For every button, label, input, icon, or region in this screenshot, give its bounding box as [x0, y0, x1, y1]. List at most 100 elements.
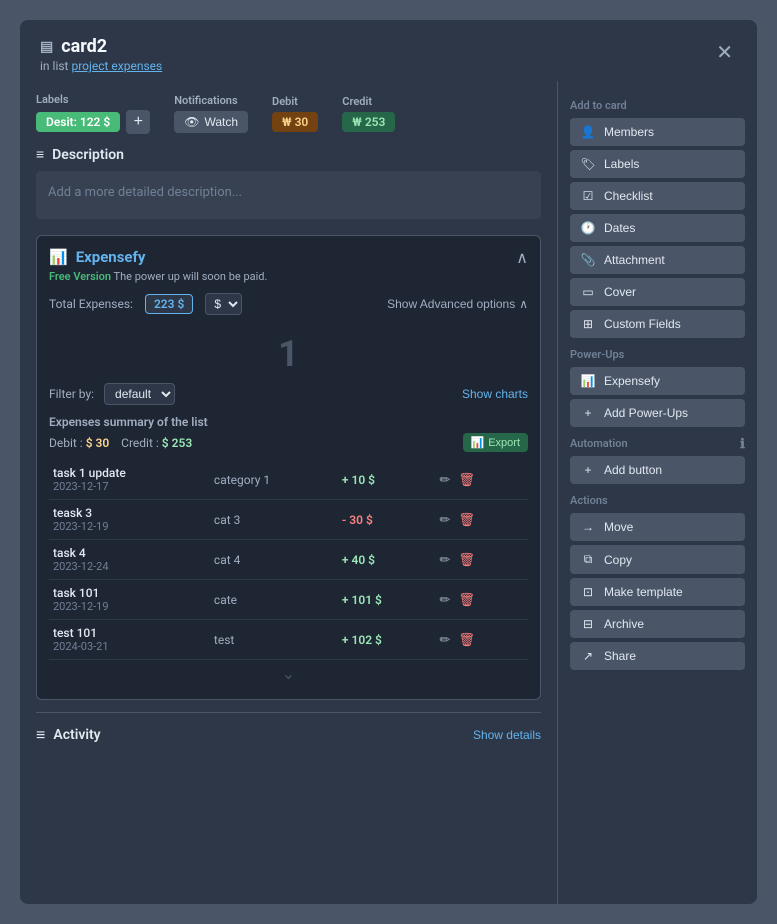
expense-amount: + 10 $: [338, 460, 434, 500]
expense-row: task 101 2023-12-19 cate + 101 $ ✏ 🗑: [49, 580, 528, 620]
plugin-collapse-button[interactable]: ∧: [516, 248, 528, 268]
automation-info-icon[interactable]: ℹ: [740, 437, 745, 452]
task-date: 2024-03-21: [53, 640, 206, 653]
automation-btn-add-button[interactable]: +Add button: [570, 456, 745, 484]
delete-expense-button[interactable]: 🗑: [456, 550, 477, 570]
sidebar-btn-labels[interactable]: 🏷Labels: [570, 150, 745, 178]
description-title: ≡ Description: [36, 146, 541, 163]
action-btn-move[interactable]: →Move: [570, 513, 745, 541]
plugin-subtitle: Free Version The power up will soon be p…: [49, 270, 528, 283]
show-charts-button[interactable]: Show charts: [462, 387, 528, 401]
category-name: cat 3: [210, 500, 338, 540]
notifications-group: Notifications 👁 Watch: [174, 94, 248, 133]
expense-amount: + 102 $: [338, 620, 434, 660]
task-name: task 101: [53, 586, 99, 600]
summary-debit-value: $ 30: [86, 436, 110, 450]
sidebar-icon: 👤: [580, 125, 596, 139]
sidebar-icon: ▭: [580, 285, 596, 299]
summary-amounts: Debit : $ 30 Credit : $ 253 📊 Export: [49, 433, 528, 452]
task-date: 2023-12-19: [53, 520, 206, 533]
action-btn-share[interactable]: ↗Share: [570, 642, 745, 670]
sidebar-btn-custom-fields[interactable]: ⊞Custom Fields: [570, 310, 745, 338]
action-btn-copy[interactable]: ⧉Copy: [570, 545, 745, 574]
automation-buttons: +Add button: [570, 456, 745, 484]
watch-value: 👁 Watch: [174, 111, 248, 133]
watch-label: Watch: [204, 115, 238, 129]
activity-section: ≡ Activity Show details: [36, 712, 541, 745]
task-date: 2023-12-24: [53, 560, 206, 573]
credit-value: ₩ 253: [342, 112, 395, 132]
add-to-card-buttons: 👤Members 🏷Labels ☑Checklist 🕐Dates 📎Attachme…: [570, 118, 745, 338]
delete-expense-button[interactable]: 🗑: [456, 630, 477, 650]
credit-badge: ₩ 253: [342, 112, 395, 132]
action-btn-archive[interactable]: ⊟Archive: [570, 610, 745, 638]
sidebar-icon: ☑: [580, 189, 596, 203]
labels-group: Labels Desit: 122 $ +: [36, 93, 150, 134]
delete-expense-button[interactable]: 🗑: [456, 590, 477, 610]
sidebar-btn-members[interactable]: 👤Members: [570, 118, 745, 146]
powerup-btn-add-power-ups[interactable]: +Add Power-Ups: [570, 399, 745, 427]
task-name: test 101: [53, 626, 97, 640]
description-placeholder: Add a more detailed description...: [48, 185, 242, 200]
advanced-options-button[interactable]: Show Advanced options ∧: [387, 297, 528, 311]
close-button[interactable]: ✕: [712, 36, 737, 69]
edit-expense-button[interactable]: ✏: [438, 510, 453, 530]
action-icon: ↗: [580, 649, 596, 663]
sidebar: Add to card 👤Members🏷Labels☑Checklist🕐Da…: [557, 81, 757, 904]
action-icon: ⧉: [580, 552, 596, 567]
credit-group: Credit ₩ 253: [342, 95, 395, 132]
filter-label: Filter by:: [49, 387, 94, 401]
edit-expense-button[interactable]: ✏: [438, 550, 453, 570]
power-ups-title: Power-Ups: [570, 348, 745, 361]
debit-group: Debit ₩ 30: [272, 95, 318, 132]
sidebar-btn-checklist[interactable]: ☑Checklist: [570, 182, 745, 210]
watch-button[interactable]: 👁 Watch: [174, 111, 248, 133]
task-date: 2023-12-19: [53, 600, 206, 613]
action-buttons: →Move ⧉Copy ⊡Make template ⊟Archive ↗Share: [570, 513, 745, 670]
activity-label: Activity: [53, 727, 100, 743]
sidebar-btn-cover[interactable]: ▭Cover: [570, 278, 745, 306]
main-content: Labels Desit: 122 $ + Notifications 👁 Wa…: [20, 81, 557, 904]
row-actions: ✏ 🗑: [438, 510, 525, 530]
sidebar-icon: 🏷: [580, 157, 596, 171]
debit-value: ₩ 30: [272, 112, 318, 132]
filter-select[interactable]: default: [104, 383, 175, 405]
action-btn-make-template[interactable]: ⊡Make template: [570, 578, 745, 606]
expense-row: task 1 update 2023-12-17 category 1 + 10…: [49, 460, 528, 500]
add-label-button[interactable]: +: [126, 110, 150, 134]
currency-select[interactable]: $ € £: [205, 293, 242, 315]
card-icon: ▤: [40, 39, 53, 55]
meta-row: Labels Desit: 122 $ + Notifications 👁 Wa…: [36, 93, 541, 134]
notifications-label: Notifications: [174, 94, 248, 107]
delete-expense-button[interactable]: 🗑: [456, 470, 477, 490]
task-name: task 1 update: [53, 466, 126, 480]
action-icon: ⊟: [580, 617, 596, 631]
edit-expense-button[interactable]: ✏: [438, 590, 453, 610]
list-link[interactable]: project expenses: [71, 59, 162, 73]
scrollbar-down: ⌄: [49, 660, 528, 687]
expense-row: test 101 2024-03-21 test + 102 $ ✏ 🗑: [49, 620, 528, 660]
credit-label: Credit: [342, 95, 395, 108]
task-name: teask 3: [53, 506, 92, 520]
debit-label: Debit: [272, 95, 318, 108]
edit-expense-button[interactable]: ✏: [438, 630, 453, 650]
automation-icon: +: [580, 463, 596, 477]
expense-amount: + 101 $: [338, 580, 434, 620]
show-details-button[interactable]: Show details: [473, 728, 541, 742]
sidebar-btn-attachment[interactable]: 📎Attachment: [570, 246, 745, 274]
category-name: test: [210, 620, 338, 660]
description-box[interactable]: Add a more detailed description...: [36, 171, 541, 219]
edit-expense-button[interactable]: ✏: [438, 470, 453, 490]
expense-amount: - 30 $: [338, 500, 434, 540]
label-tag[interactable]: Desit: 122 $: [36, 112, 120, 132]
powerup-btn-expensefy[interactable]: 📊Expensefy: [570, 367, 745, 395]
watch-icon: 👁: [184, 115, 199, 129]
sidebar-icon: ⊞: [580, 317, 596, 331]
export-button[interactable]: 📊 Export: [463, 433, 529, 452]
card-modal: ▤ card2 in list project expenses ✕ Label…: [20, 20, 757, 904]
sidebar-btn-dates[interactable]: 🕐Dates: [570, 214, 745, 242]
delete-expense-button[interactable]: 🗑: [456, 510, 477, 530]
expense-amount: + 40 $: [338, 540, 434, 580]
action-icon: →: [580, 520, 596, 534]
row-actions: ✏ 🗑: [438, 550, 525, 570]
